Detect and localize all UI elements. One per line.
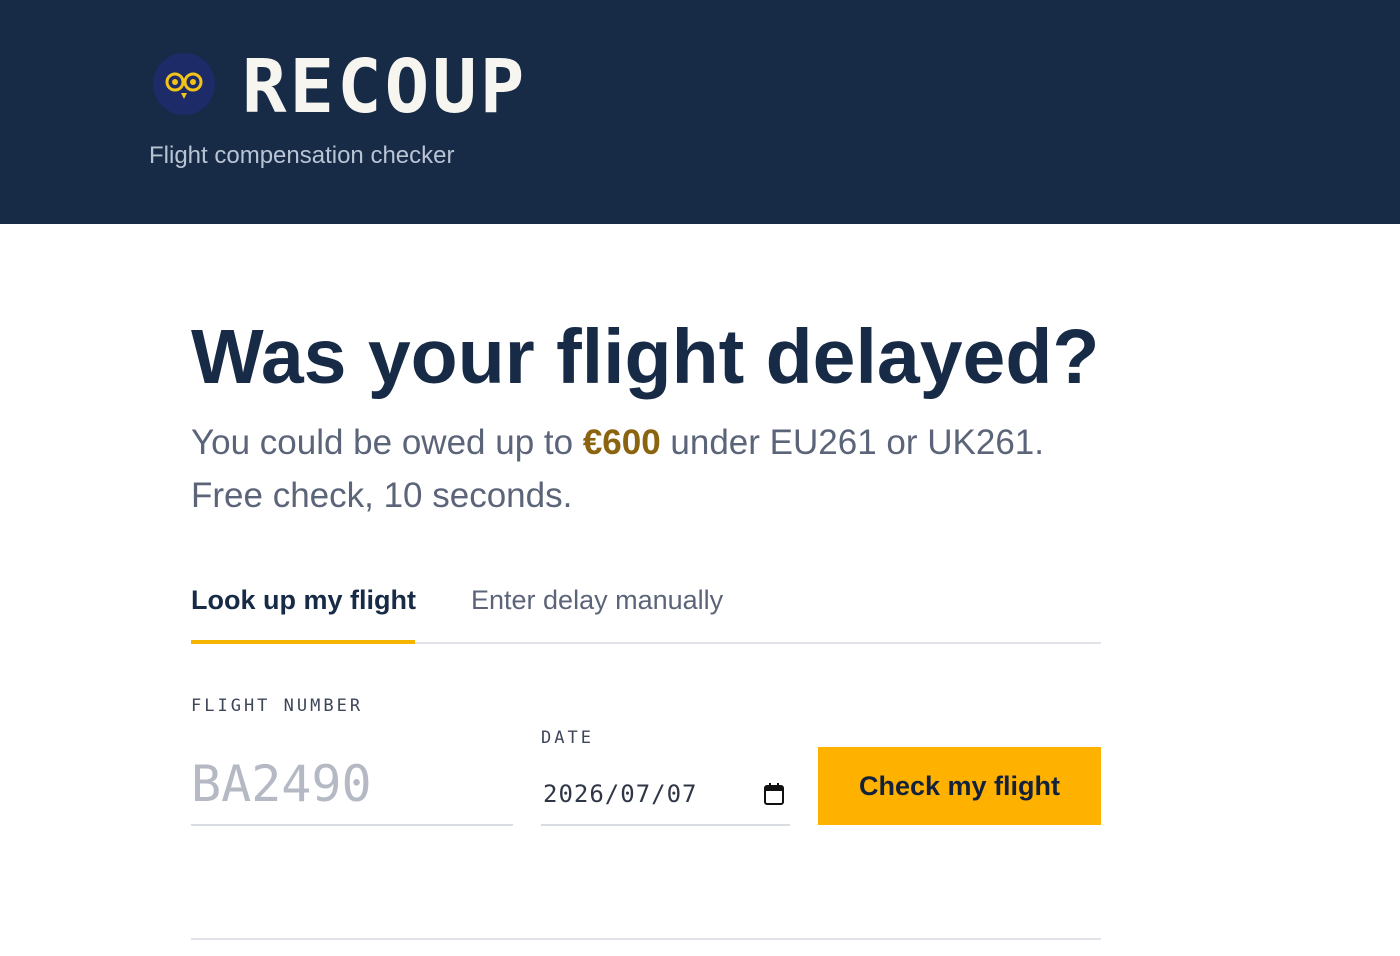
flight-number-input[interactable] [191, 744, 513, 826]
flight-number-label: FLIGHT NUMBER [191, 696, 364, 716]
check-my-flight-button[interactable]: Check my flight [818, 747, 1101, 825]
date-value: 2026/07/07 [543, 780, 698, 808]
main-content: Was your flight delayed? You could be ow… [191, 224, 1101, 956]
hero-subtitle: You could be owed up to €600 under EU261… [191, 416, 1071, 522]
section-divider [191, 938, 1101, 940]
calendar-icon[interactable] [763, 782, 785, 806]
owl-icon [153, 53, 215, 115]
date-input[interactable]: 2026/07/07 [541, 764, 790, 826]
tab-enter-delay-manually[interactable]: Enter delay manually [471, 582, 723, 618]
active-tab-indicator [191, 640, 415, 644]
subtitle-intro: You could be owed up to [191, 423, 583, 462]
hero-title: Was your flight delayed? [191, 314, 1100, 400]
site-header: RECOUP Flight compensation checker [0, 0, 1400, 224]
tagline: Flight compensation checker [149, 142, 455, 169]
compensation-amount: €600 [582, 423, 661, 462]
tab-look-up-flight[interactable]: Look up my flight [191, 582, 416, 618]
brand-name: RECOUP [242, 44, 528, 130]
date-label: DATE [541, 728, 594, 748]
lookup-tabs: Look up my flight Enter delay manually [191, 572, 1101, 644]
